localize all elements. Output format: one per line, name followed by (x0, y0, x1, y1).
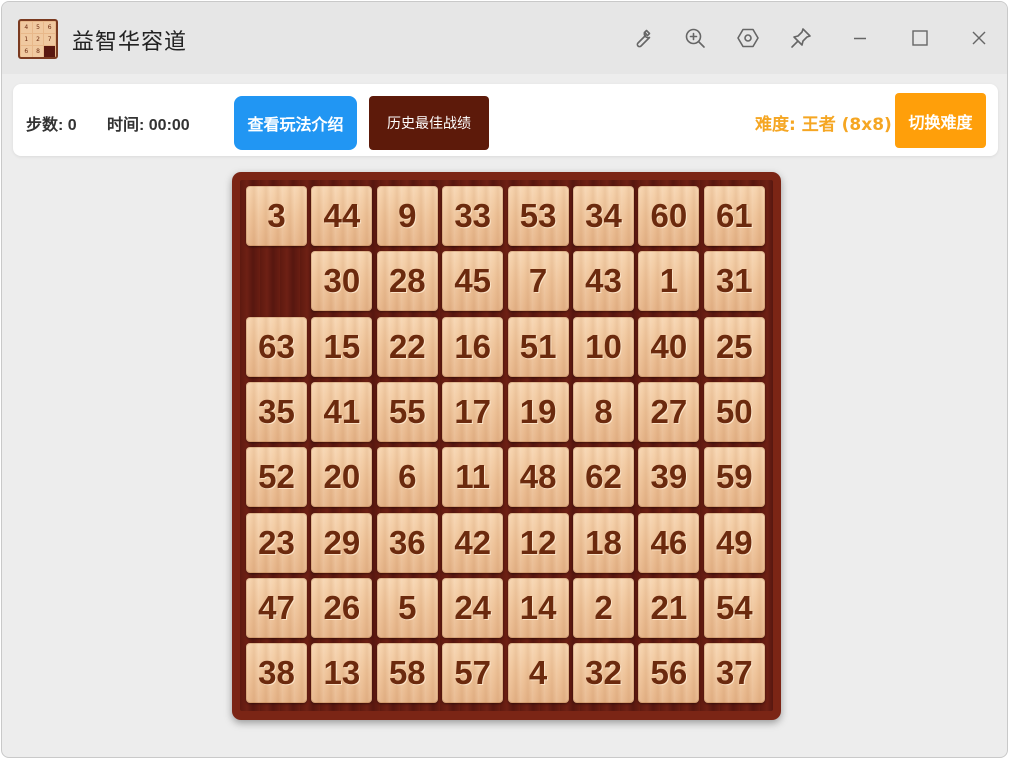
app-icon-cell: 7 (44, 34, 55, 45)
tile[interactable]: 63 (246, 316, 307, 377)
tile[interactable]: 29 (311, 512, 373, 573)
app-icon-cell: 2 (32, 34, 44, 45)
tile[interactable]: 18 (573, 512, 634, 573)
tile[interactable]: 33 (442, 186, 504, 246)
tile[interactable]: 6 (376, 447, 438, 508)
tile[interactable]: 3 (246, 186, 307, 246)
tile[interactable]: 20 (311, 447, 373, 508)
tile[interactable]: 54 (703, 577, 765, 638)
hexagon-settings-icon[interactable] (736, 26, 760, 50)
tile[interactable]: 53 (507, 186, 569, 246)
tile[interactable]: 39 (638, 447, 700, 508)
tile[interactable]: 15 (311, 316, 373, 377)
tile[interactable]: 9 (376, 186, 438, 246)
tile[interactable]: 55 (376, 381, 438, 442)
tile[interactable]: 17 (442, 381, 504, 442)
tile[interactable]: 21 (638, 577, 700, 638)
tile[interactable]: 19 (507, 381, 569, 442)
tile[interactable]: 34 (573, 186, 634, 246)
tile[interactable]: 58 (376, 643, 438, 704)
pin-icon[interactable] (789, 26, 813, 50)
tile[interactable]: 31 (703, 251, 765, 312)
tile[interactable]: 1 (638, 251, 700, 312)
tile[interactable]: 11 (442, 447, 504, 508)
tile[interactable]: 5 (376, 577, 438, 638)
tile[interactable]: 59 (703, 447, 765, 508)
tile[interactable]: 2 (573, 577, 634, 638)
tile[interactable]: 51 (507, 316, 569, 377)
tile[interactable]: 24 (442, 577, 504, 638)
tile[interactable]: 38 (246, 643, 307, 704)
step-counter: 步数: 0 (26, 117, 77, 134)
close-icon[interactable] (967, 26, 991, 50)
tile[interactable]: 50 (703, 381, 765, 442)
timer: 时间: 00:00 (107, 117, 190, 134)
puzzle-board: 3 44 9 33 53 34 60 61 30 28 45 7 43 1 31 63 15 22 16 51 10 40… (232, 172, 781, 720)
tile[interactable]: 32 (573, 643, 634, 704)
tile[interactable]: 52 (246, 447, 307, 508)
tile[interactable]: 56 (638, 643, 700, 704)
tile[interactable]: 57 (442, 643, 504, 704)
tile[interactable]: 45 (442, 251, 504, 312)
tile[interactable]: 10 (573, 316, 634, 377)
difficulty-label: 难度: 王者 (8x8) (755, 115, 892, 135)
wrench-icon[interactable] (630, 26, 654, 50)
tile[interactable]: 44 (311, 186, 373, 246)
tile[interactable]: 40 (638, 316, 700, 377)
app-logo-icon: 45612768 (18, 19, 58, 59)
tile[interactable]: 62 (573, 447, 634, 508)
tile[interactable]: 12 (507, 512, 569, 573)
tile[interactable]: 43 (573, 251, 634, 312)
app-icon-cell: 1 (21, 34, 32, 45)
app-icon-cell (44, 46, 55, 57)
window-title: 益智华容道 (72, 30, 188, 55)
tile[interactable]: 30 (311, 251, 373, 312)
tile[interactable]: 48 (507, 447, 569, 508)
tile[interactable]: 26 (311, 577, 373, 638)
tile[interactable]: 23 (246, 512, 307, 573)
app-icon-cell: 5 (32, 22, 44, 33)
tile[interactable]: 36 (376, 512, 438, 573)
tile[interactable]: 4 (507, 643, 569, 704)
minimize-icon[interactable] (848, 26, 872, 50)
app-icon-cell: 6 (44, 22, 55, 33)
tile[interactable]: 37 (703, 643, 765, 704)
tile[interactable]: 8 (573, 381, 634, 442)
tile[interactable]: 14 (507, 577, 569, 638)
tile[interactable]: 7 (507, 251, 569, 312)
control-panel: 步数: 0 时间: 00:00 查看玩法介绍 历史最佳战绩 难度: 王者 (8x… (13, 84, 998, 156)
tile[interactable]: 49 (703, 512, 765, 573)
board-grid: 3 44 9 33 53 34 60 61 30 28 45 7 43 1 31 63 15 22 16 51 10 40… (240, 180, 773, 711)
tile[interactable]: 41 (311, 381, 373, 442)
app-icon-cell: 4 (21, 22, 32, 33)
tile[interactable]: 35 (246, 381, 307, 442)
tile[interactable]: 13 (311, 643, 373, 704)
app-icon-cell: 6 (21, 46, 32, 57)
title-bar: 45612768 益智华容道 (2, 2, 1007, 74)
maximize-icon[interactable] (908, 26, 932, 50)
history-best-button[interactable]: 历史最佳战绩 (369, 96, 489, 150)
tile[interactable]: 27 (638, 381, 700, 442)
tile[interactable]: 47 (246, 577, 307, 638)
zoom-in-icon[interactable] (683, 26, 707, 50)
tile[interactable]: 25 (703, 316, 765, 377)
help-button[interactable]: 查看玩法介绍 (234, 96, 357, 150)
tile[interactable]: 42 (442, 512, 504, 573)
tile[interactable]: 22 (376, 316, 438, 377)
tile[interactable]: 61 (703, 186, 765, 246)
app-window: 45612768 益智华容道 步数: 0 时间: 00:00 查看玩法介绍 历史… (1, 1, 1008, 758)
switch-difficulty-button[interactable]: 切换难度 (895, 93, 986, 148)
tile[interactable]: 60 (638, 186, 700, 246)
app-icon-cell: 8 (32, 46, 44, 57)
tile[interactable]: 46 (638, 512, 700, 573)
tile[interactable]: 16 (442, 316, 504, 377)
tile[interactable]: 28 (376, 251, 438, 312)
